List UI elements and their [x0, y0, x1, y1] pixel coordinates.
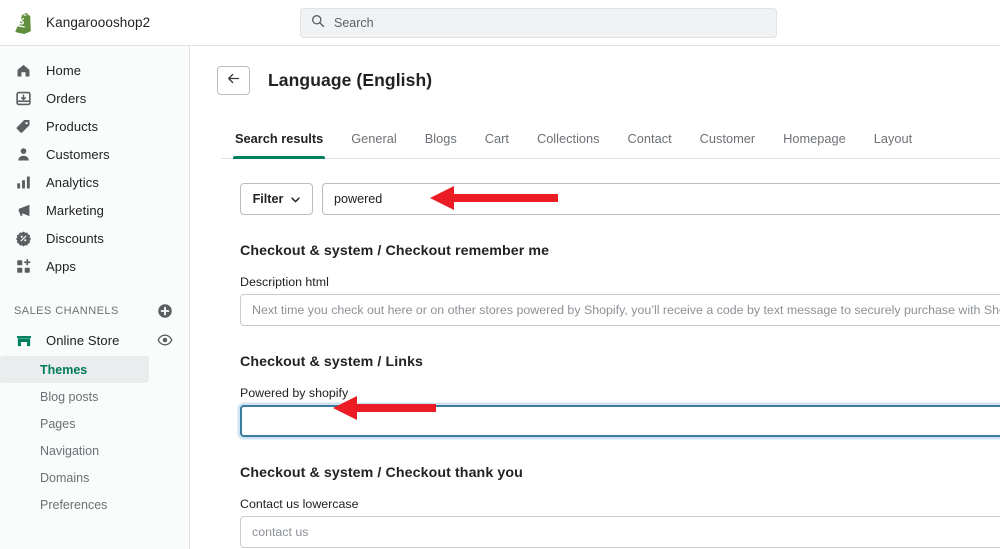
shopify-admin-window: Kangaroooshop2 Search Home Orders Produc…: [0, 0, 1000, 549]
field-input[interactable]: contact us: [240, 516, 1000, 548]
tab-label: Search results: [235, 131, 324, 146]
page-title: Language (English): [268, 70, 433, 90]
sidebar-item-online-store[interactable]: Online Store: [0, 326, 189, 354]
sidebar-subitem-domains[interactable]: Domains: [0, 464, 149, 491]
tab-label: Homepage: [783, 131, 846, 146]
tab-layout[interactable]: Layout: [860, 131, 926, 158]
sidebar-item-label: Discounts: [46, 230, 104, 246]
tab-homepage[interactable]: Homepage: [769, 131, 860, 158]
sidebar-subitem-pages[interactable]: Pages: [0, 410, 149, 437]
sidebar-subitem-label: Domains: [40, 470, 90, 485]
shopify-bag-icon: [13, 11, 35, 34]
translations-list: Checkout & system / Checkout remember me…: [191, 243, 1000, 549]
translation-search-input[interactable]: powered: [322, 183, 1000, 215]
tab-cart[interactable]: Cart: [471, 131, 523, 158]
sidebar-item-label: Marketing: [46, 202, 104, 218]
eye-icon[interactable]: [157, 332, 173, 348]
sidebar-item-products[interactable]: Products: [0, 112, 183, 140]
plus-circle-icon[interactable]: [157, 303, 173, 319]
tab-general[interactable]: General: [337, 131, 411, 158]
sidebar-item-home[interactable]: Home: [0, 56, 183, 84]
sidebar-item-label: Products: [46, 118, 99, 134]
field-input[interactable]: [240, 405, 1000, 437]
main-content: Language (English) Search results Genera…: [191, 46, 1000, 549]
sidebar-subitem-label: Themes: [40, 362, 88, 377]
sidebar-subitem-label: Preferences: [40, 497, 108, 512]
arrow-left-icon: [226, 71, 241, 91]
field-label: Contact us lowercase: [240, 497, 359, 511]
sidebar-item-label: Online Store: [46, 332, 120, 348]
sidebar-item-label: Orders: [46, 90, 87, 106]
sidebar-item-label: Home: [46, 62, 82, 78]
tab-label: Blogs: [424, 131, 457, 146]
sidebar-item-marketing[interactable]: Marketing: [0, 196, 183, 224]
language-tabs: Search results General Blogs Cart Collec…: [221, 120, 1000, 159]
sidebar-item-customers[interactable]: Customers: [0, 140, 183, 168]
sidebar-subitem-label: Navigation: [40, 443, 100, 458]
sidebar-item-label: Apps: [46, 258, 77, 274]
sidebar-subitem-navigation[interactable]: Navigation: [0, 437, 149, 464]
tab-customer[interactable]: Customer: [686, 131, 769, 158]
group-title: Checkout & system / Checkout remember me: [240, 243, 550, 259]
apps-grid-plus-icon: [14, 257, 33, 276]
sidebar-subitem-label: Blog posts: [40, 389, 99, 404]
chevron-down-icon: [291, 192, 301, 206]
translation-search-value: powered: [334, 192, 383, 206]
online-store-subnav: Themes Blog posts Pages Navigation Domai…: [0, 356, 189, 518]
group-title: Checkout & system / Links: [240, 354, 424, 370]
storefront-icon: [14, 331, 33, 350]
field-label: Description html: [240, 275, 329, 289]
field-placeholder: contact us: [252, 525, 309, 539]
brand-name: Kangaroooshop2: [46, 15, 151, 30]
home-icon: [14, 61, 33, 80]
sidebar-subitem-preferences[interactable]: Preferences: [0, 491, 149, 518]
sidebar-item-label: Analytics: [46, 174, 99, 190]
tab-label: Contact: [627, 131, 672, 146]
global-search-input[interactable]: Search: [300, 8, 777, 38]
sidebar-item-label: Customers: [46, 146, 110, 162]
sidebar-item-discounts[interactable]: Discounts: [0, 224, 183, 252]
tab-label: General: [351, 131, 397, 146]
analytics-bars-icon: [14, 173, 33, 192]
sales-channels-section-header: SALES CHANNELS: [0, 300, 189, 322]
tab-contact[interactable]: Contact: [614, 131, 686, 158]
marketing-megaphone-icon: [14, 201, 33, 220]
sidebar-subitem-blog-posts[interactable]: Blog posts: [0, 383, 149, 410]
tab-label: Collections: [536, 131, 600, 146]
field-powered-by-shopify: Powered by shopify: [240, 386, 1000, 437]
field-contact-us-lowercase: Contact us lowercase contact us: [240, 497, 1000, 548]
tab-label: Layout: [873, 131, 913, 146]
field-description-html: Description html Next time you check out…: [240, 275, 1000, 326]
product-tag-icon: [14, 117, 33, 136]
sidebar-subitem-label: Pages: [40, 416, 76, 431]
filter-dropdown-button[interactable]: Filter: [240, 183, 313, 215]
field-input[interactable]: Next time you check out here or on other…: [240, 294, 1000, 326]
filter-row: Filter powered: [191, 159, 1000, 215]
discount-percent-icon: [14, 229, 33, 248]
search-icon: [311, 14, 325, 33]
field-placeholder: Next time you check out here or on other…: [252, 303, 1000, 317]
sidebar-item-analytics[interactable]: Analytics: [0, 168, 183, 196]
back-button[interactable]: [217, 66, 250, 95]
customer-person-icon: [14, 145, 33, 164]
sidebar-item-orders[interactable]: Orders: [0, 84, 183, 112]
orders-inbox-icon: [14, 89, 33, 108]
sidebar-item-apps[interactable]: Apps: [0, 252, 183, 280]
filter-button-label: Filter: [252, 192, 284, 206]
tab-label: Customer: [699, 131, 756, 146]
tab-search-results[interactable]: Search results: [221, 131, 337, 159]
page-header: Language (English): [191, 46, 1000, 95]
tab-collections[interactable]: Collections: [523, 131, 614, 158]
field-label: Powered by shopify: [240, 386, 349, 400]
global-search-placeholder: Search: [334, 16, 374, 30]
tab-blogs[interactable]: Blogs: [411, 131, 471, 158]
group-title: Checkout & system / Checkout thank you: [240, 465, 523, 481]
brand-area[interactable]: Kangaroooshop2: [0, 11, 190, 34]
sidebar-subitem-themes[interactable]: Themes: [0, 356, 149, 383]
sales-channels-title: SALES CHANNELS: [14, 305, 119, 317]
sidebar: Home Orders Products Customers Analytics…: [0, 46, 190, 549]
top-bar: Kangaroooshop2 Search: [0, 0, 1000, 46]
tab-label: Cart: [484, 131, 509, 146]
